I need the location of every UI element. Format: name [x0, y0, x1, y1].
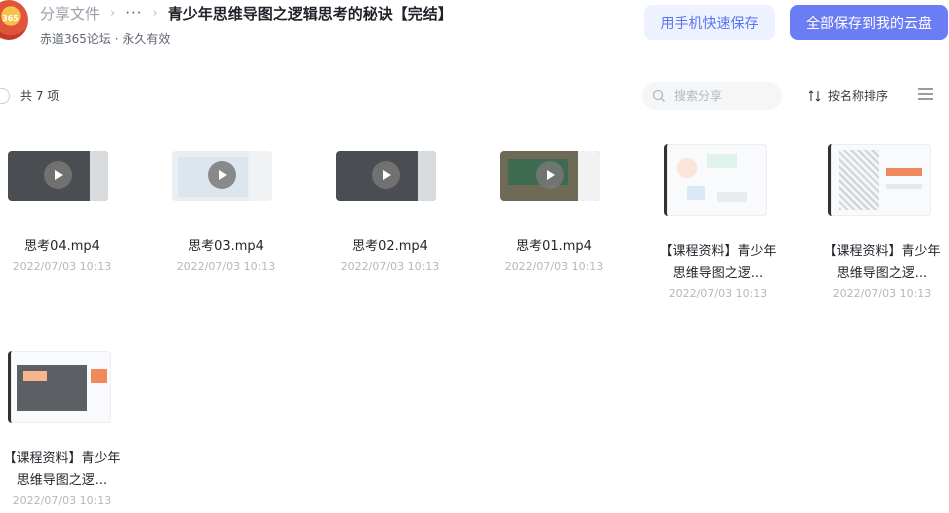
- sort-icon: [808, 89, 821, 102]
- file-name[interactable]: 思考02.mp4: [326, 236, 454, 258]
- play-icon: [44, 161, 72, 189]
- file-name[interactable]: 【课程资料】青少年思维导图之逻...: [659, 241, 777, 285]
- file-name[interactable]: 【课程资料】青少年思维导图之逻...: [823, 241, 941, 285]
- breadcrumb-root[interactable]: 分享文件: [40, 3, 100, 24]
- list-view-icon[interactable]: [918, 88, 933, 100]
- item-count: 共 7 项: [20, 89, 60, 103]
- document-thumbnail[interactable]: [828, 144, 931, 216]
- file-date: 2022/07/03 10:13: [12, 494, 112, 507]
- file-item[interactable]: 思考02.mp4 2022/07/03 10:13: [326, 151, 454, 273]
- file-date: 2022/07/03 10:13: [340, 260, 440, 273]
- search-input[interactable]: [672, 88, 776, 104]
- document-thumbnail[interactable]: [8, 351, 111, 423]
- share-info: 赤道365论坛 · 永久有效: [40, 32, 171, 46]
- chevron-right-icon: ›: [110, 5, 116, 21]
- video-thumbnail[interactable]: [336, 151, 436, 201]
- file-item[interactable]: 思考01.mp4 2022/07/03 10:13: [490, 151, 618, 273]
- play-icon: [536, 161, 564, 189]
- sort-button[interactable]: 按名称排序: [808, 87, 888, 104]
- avatar: 365: [0, 0, 28, 40]
- select-all-checkbox[interactable]: [0, 88, 10, 104]
- file-item[interactable]: 【课程资料】青少年思维导图之逻... 2022/07/03 10:13: [0, 351, 126, 507]
- video-thumbnail[interactable]: [8, 151, 108, 201]
- chevron-right-icon: ›: [152, 5, 158, 21]
- document-thumbnail[interactable]: [664, 144, 767, 216]
- file-item[interactable]: 【课程资料】青少年思维导图之逻... 2022/07/03 10:13: [818, 144, 946, 300]
- sort-label: 按名称排序: [828, 89, 889, 103]
- file-date: 2022/07/03 10:13: [12, 260, 112, 273]
- file-item[interactable]: 思考04.mp4 2022/07/03 10:13: [0, 151, 126, 273]
- page-title: 青少年思维导图之逻辑思考的秘诀【完结】: [167, 4, 453, 23]
- play-icon: [208, 161, 236, 189]
- file-date: 2022/07/03 10:13: [668, 287, 768, 300]
- file-item[interactable]: 思考03.mp4 2022/07/03 10:13: [162, 151, 290, 273]
- file-name[interactable]: 思考04.mp4: [0, 236, 126, 258]
- search-box[interactable]: [642, 82, 782, 110]
- breadcrumb: 分享文件 › ··· › 青少年思维导图之逻辑思考的秘诀【完结】: [40, 2, 453, 24]
- more-icon[interactable]: ···: [125, 4, 142, 22]
- file-date: 2022/07/03 10:13: [832, 287, 932, 300]
- file-date: 2022/07/03 10:13: [504, 260, 604, 273]
- video-thumbnail[interactable]: [500, 151, 600, 201]
- save-all-button[interactable]: 全部保存到我的云盘: [790, 5, 948, 40]
- file-item[interactable]: 【课程资料】青少年思维导图之逻... 2022/07/03 10:13: [654, 144, 782, 300]
- file-name[interactable]: 【课程资料】青少年思维导图之逻...: [3, 448, 121, 492]
- file-name[interactable]: 思考01.mp4: [490, 236, 618, 258]
- search-icon: [652, 89, 665, 102]
- file-date: 2022/07/03 10:13: [176, 260, 276, 273]
- file-name[interactable]: 思考03.mp4: [162, 236, 290, 258]
- play-icon: [372, 161, 400, 189]
- save-by-phone-button[interactable]: 用手机快速保存: [644, 5, 775, 40]
- video-thumbnail[interactable]: [172, 151, 272, 201]
